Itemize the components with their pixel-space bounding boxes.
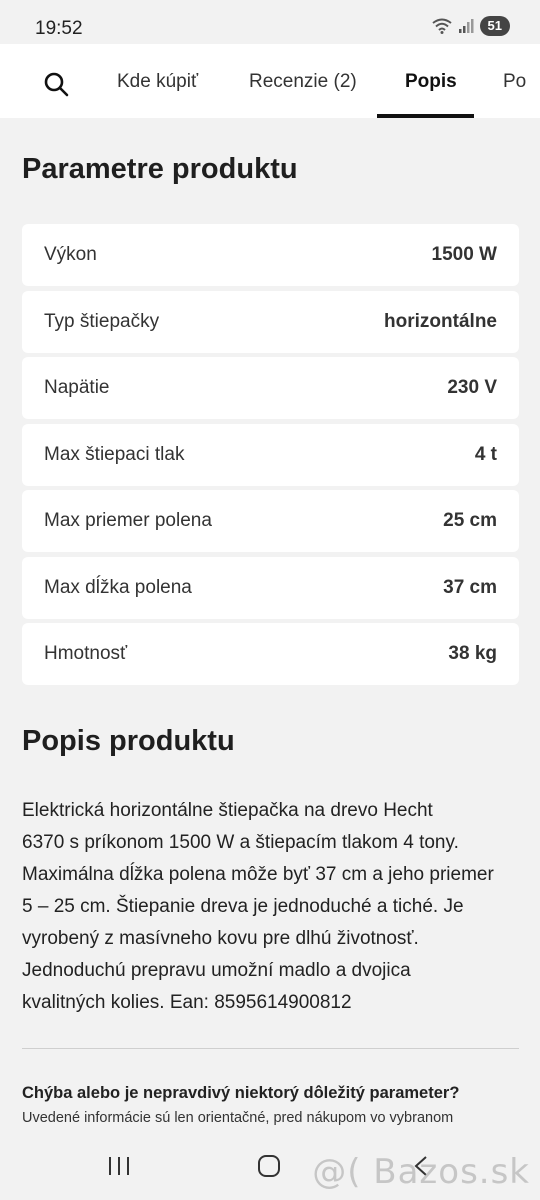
description-text: Elektrická horizontálne štiepačka na dre… (22, 795, 522, 1019)
status-time: 19:52 (35, 18, 83, 39)
home-icon[interactable] (257, 1154, 281, 1178)
param-row-typ: Typ štiepačky horizontálne (22, 290, 519, 353)
description-line: kvalitných kolies. Ean: 8595614900812 (22, 992, 352, 1013)
param-label: Max dĺžka polena (44, 576, 192, 598)
description-line: 5 – 25 cm. Štiepanie dreva je jednoduché… (22, 896, 464, 917)
description-line: Jednoduchú prepravu umožní madlo a dvoji… (22, 960, 411, 981)
parameters-title: Parametre produktu (22, 153, 298, 185)
description-title: Popis produktu (22, 725, 235, 757)
status-bar: 19:52 51 (0, 0, 540, 44)
param-label: Max štiepaci tlak (44, 443, 185, 465)
param-value: 37 cm (443, 576, 497, 598)
param-label: Max priemer polena (44, 510, 212, 531)
param-value: 25 cm (443, 510, 497, 531)
param-label: Typ štiepačky (44, 310, 160, 332)
description-line: Elektrická horizontálne štiepačka na dre… (22, 800, 433, 821)
watermark-logo: @( Bazos.sk (312, 1152, 530, 1192)
tab-kde-kupit[interactable]: Kde kúpiť (117, 71, 198, 93)
active-tab-indicator (377, 114, 474, 118)
recent-apps-icon[interactable] (107, 1154, 131, 1178)
tab-recenzie[interactable]: Recenzie (2) (249, 71, 357, 93)
description-line: 6370 s príkonom 1500 W a štiepacím tlako… (22, 832, 459, 853)
param-row-dlzka: Max dĺžka polena 37 cm (22, 556, 519, 619)
wifi-icon (431, 18, 452, 34)
tab-partial[interactable]: Po (503, 71, 526, 93)
param-value: 38 kg (448, 643, 497, 664)
parameters-list: Výkon 1500 W Typ štiepačky horizontálne … (22, 224, 519, 690)
tab-bar: Kde kúpiť Recenzie (2) Popis Po (0, 44, 540, 118)
param-row-priemer: Max priemer polena 25 cm (22, 490, 519, 552)
param-row-tlak: Max štiepaci tlak 4 t (22, 423, 519, 486)
feedback-text: Uvedené informácie sú len orientačné, pr… (22, 1110, 454, 1126)
param-row-hmotnost: Hmotnosť 38 kg (22, 623, 519, 685)
param-row-napatie: Napätie 230 V (22, 357, 519, 419)
param-value: horizontálne (384, 310, 497, 332)
tab-popis[interactable]: Popis (405, 71, 457, 93)
param-row-vykon: Výkon 1500 W (22, 224, 519, 286)
signal-icon (458, 19, 474, 33)
feedback-title[interactable]: Chýba alebo je nepravdivý niektorý dôlež… (22, 1084, 459, 1103)
param-value: 4 t (474, 443, 497, 465)
description-line: Maximálna dĺžka polena môže byť 37 cm a … (22, 864, 494, 885)
battery-indicator: 51 (479, 16, 510, 36)
param-value: 1500 W (431, 244, 497, 265)
param-label: Napätie (44, 377, 110, 398)
search-icon[interactable] (43, 71, 69, 97)
param-label: Výkon (44, 244, 97, 265)
divider (22, 1048, 519, 1049)
description-line: vyrobený z masívneho kovu pre dlhú život… (22, 928, 419, 949)
param-label: Hmotnosť (44, 643, 128, 664)
param-value: 230 V (447, 377, 497, 398)
status-icons: 51 (431, 16, 510, 36)
